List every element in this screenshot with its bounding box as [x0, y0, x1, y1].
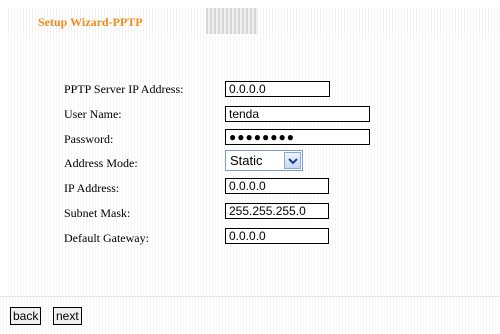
header-decoration	[206, 8, 258, 34]
address-mode-label: Address Mode:	[64, 156, 138, 170]
password-label: Password:	[64, 132, 114, 146]
address-mode-value: Static	[230, 153, 263, 168]
subnet-mask-input[interactable]	[225, 203, 329, 219]
default-gateway-input[interactable]	[225, 228, 329, 244]
user-name-input[interactable]	[225, 106, 370, 122]
next-button[interactable]: next	[53, 307, 82, 325]
server-ip-input[interactable]	[225, 81, 330, 97]
dropdown-button[interactable]	[284, 152, 301, 169]
address-mode-select[interactable]: Static	[225, 150, 303, 171]
user-name-label: User Name:	[64, 107, 122, 121]
chevron-down-icon	[288, 158, 298, 165]
default-gateway-label: Default Gateway:	[64, 231, 149, 245]
wizard-header: Setup Wizard-PPTP	[8, 8, 500, 34]
ip-address-input[interactable]	[225, 178, 329, 194]
server-ip-label: PPTP Server IP Address:	[64, 82, 184, 96]
back-button[interactable]: back	[10, 307, 42, 325]
subnet-mask-label: Subnet Mask:	[64, 206, 131, 220]
page-title: Setup Wizard-PPTP	[38, 15, 143, 29]
ip-address-label: IP Address:	[64, 181, 120, 195]
password-input[interactable]	[225, 129, 370, 145]
